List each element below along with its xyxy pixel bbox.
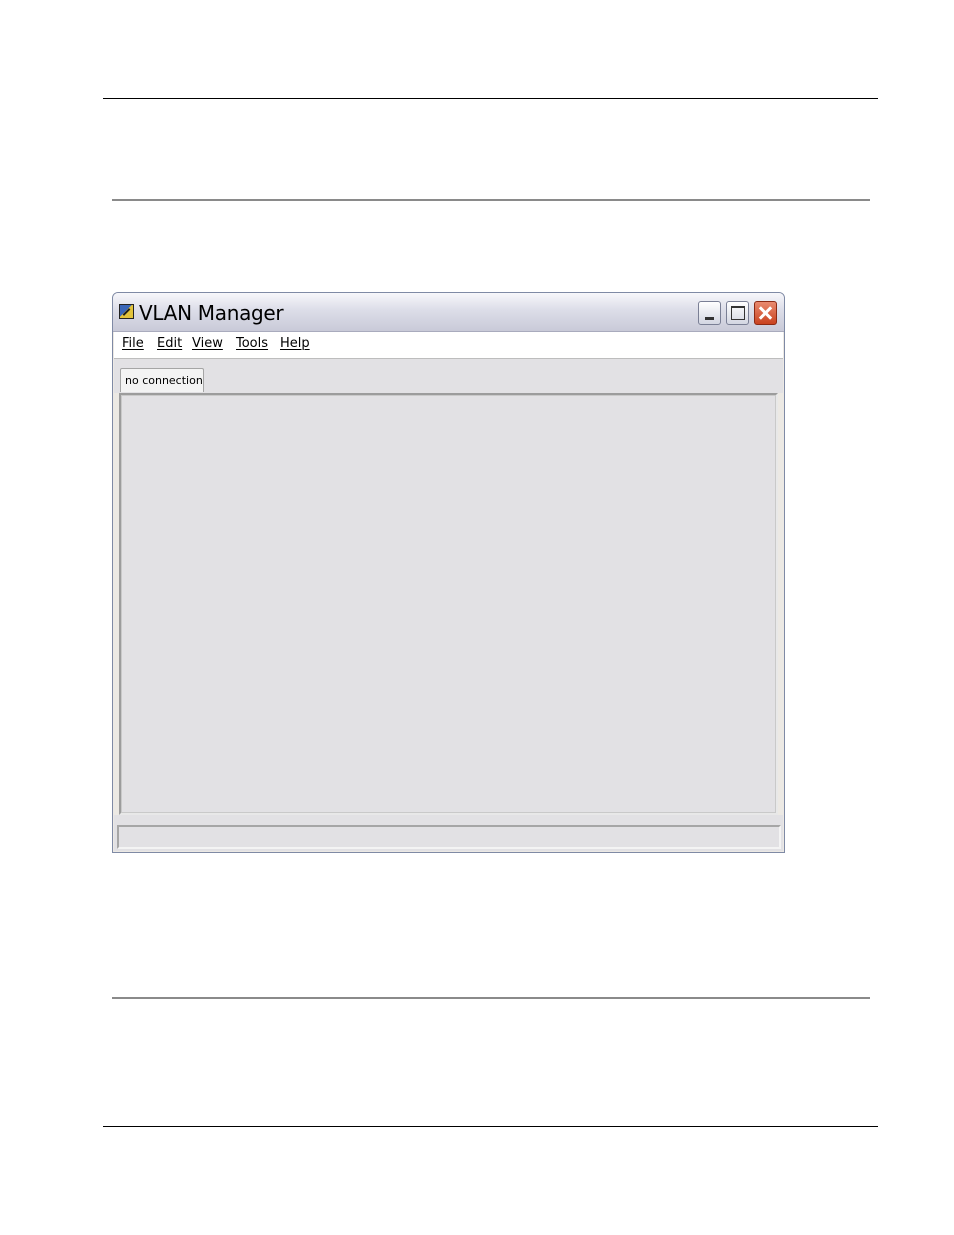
menu-edit[interactable]: Edit bbox=[157, 336, 182, 351]
menu-file[interactable]: File bbox=[122, 336, 144, 351]
tab-label: no connection bbox=[125, 374, 203, 387]
tab-no-connection[interactable]: no connection bbox=[120, 368, 204, 392]
menu-view[interactable]: View bbox=[192, 336, 223, 351]
panel-separator bbox=[114, 817, 783, 823]
tab-content-panel[interactable] bbox=[119, 393, 778, 815]
menu-help[interactable]: Help bbox=[280, 336, 310, 351]
section-top-rule bbox=[112, 199, 870, 201]
section-bottom-rule bbox=[112, 997, 870, 999]
tab-strip: no connection bbox=[114, 359, 783, 393]
menu-tools[interactable]: Tools bbox=[236, 336, 268, 351]
maximize-button[interactable] bbox=[726, 301, 749, 325]
page-top-rule bbox=[103, 98, 878, 99]
vlan-manager-window: VLAN Manager File Edit View Tools Help n… bbox=[112, 292, 785, 853]
vlan-manager-app-icon[interactable] bbox=[119, 304, 134, 319]
menubar: File Edit View Tools Help bbox=[114, 332, 783, 359]
status-bar bbox=[117, 825, 781, 849]
maximize-icon bbox=[731, 306, 745, 320]
minimize-button[interactable] bbox=[698, 301, 721, 325]
window-titlebar[interactable]: VLAN Manager bbox=[113, 293, 784, 332]
window-title: VLAN Manager bbox=[139, 301, 284, 325]
minimize-icon bbox=[705, 317, 714, 320]
page-bottom-rule bbox=[103, 1126, 878, 1127]
close-icon bbox=[755, 302, 776, 324]
close-button[interactable] bbox=[754, 301, 777, 325]
